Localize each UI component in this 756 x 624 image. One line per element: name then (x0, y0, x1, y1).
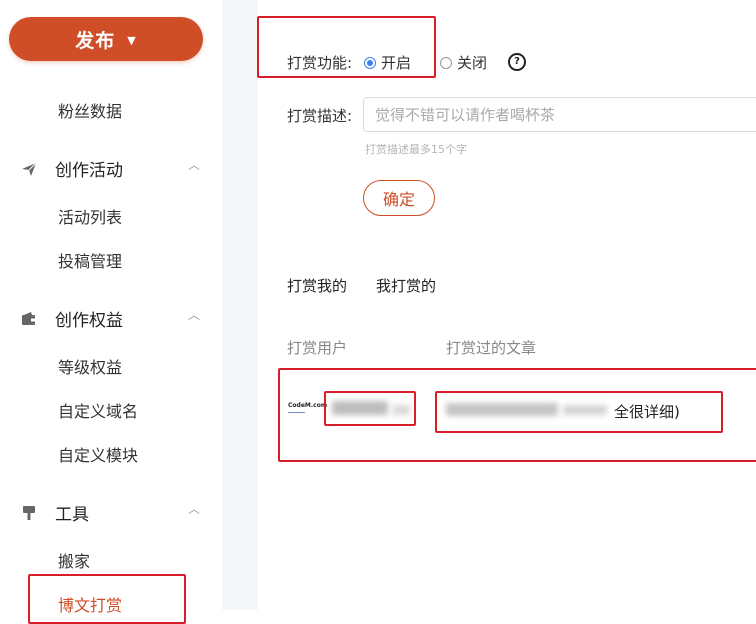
radio-off-label: 关闭 (457, 54, 488, 72)
group-title: 创作权益 (55, 311, 123, 331)
chevron-up-icon[interactable]: ︿ (188, 156, 200, 173)
help-icon[interactable]: ? (508, 53, 526, 71)
article-title-tail[interactable]: 全很详细) (614, 401, 680, 422)
blurred-username (332, 401, 388, 415)
sidebar-item-custom-module[interactable]: 自定义模块 (58, 442, 138, 466)
content-gutter (222, 0, 258, 610)
publish-button[interactable]: 发布 ▼ (9, 17, 203, 61)
chevron-up-icon[interactable]: ︿ (188, 500, 200, 517)
reward-desc-label: 打赏描述: (287, 107, 353, 125)
radio-selected-icon (364, 56, 376, 69)
sidebar-group-creative-rights[interactable]: 创作权益 (20, 306, 123, 331)
reward-desc-hint: 打赏描述最多15个字 (365, 143, 467, 156)
sidebar-item-activity-list[interactable]: 活动列表 (58, 204, 122, 228)
tab-i-rewarded[interactable]: 我打赏的 (376, 275, 436, 296)
blurred-username-tail (392, 405, 410, 415)
sidebar-item-custom-domain[interactable]: 自定义域名 (58, 398, 138, 422)
paper-plane-icon (20, 160, 38, 178)
brush-icon (20, 504, 38, 522)
tab-rewarded-me[interactable]: 打赏我的 (287, 275, 347, 296)
chevron-up-icon[interactable]: ︿ (188, 306, 200, 323)
reward-desc-input[interactable] (363, 97, 756, 132)
group-title: 工具 (55, 505, 89, 525)
avatar: CodeM.com ━━━━━━━ (288, 402, 328, 415)
blurred-article-title (446, 403, 558, 416)
sidebar: 发布 ▼ 粉丝数据 创作活动 ︿ 活动列表 投稿管理 创作权益 ︿ 等级权益 自… (0, 0, 222, 624)
caret-down-icon: ▼ (127, 33, 137, 47)
radio-on-label: 开启 (381, 54, 412, 72)
sidebar-item-fans-data[interactable]: 粉丝数据 (58, 98, 122, 122)
confirm-button[interactable]: 确定 (363, 180, 435, 216)
blurred-article-title-2 (563, 405, 607, 415)
radio-on[interactable]: 开启 (364, 52, 411, 73)
reward-function-label: 打赏功能: (287, 54, 353, 72)
publish-label: 发布 (75, 29, 116, 52)
sidebar-group-creative-activity[interactable]: 创作活动 (20, 156, 123, 181)
sidebar-item-migrate[interactable]: 搬家 (58, 548, 90, 572)
sidebar-item-level-rights[interactable]: 等级权益 (58, 354, 122, 378)
column-header-user: 打赏用户 (287, 339, 348, 357)
sidebar-group-tools[interactable]: 工具 (20, 500, 89, 525)
column-header-article: 打赏过的文章 (446, 339, 537, 357)
annotation-box-sidebar (28, 574, 186, 624)
group-title: 创作活动 (55, 161, 123, 181)
wallet-icon (20, 310, 38, 328)
radio-unselected-icon (440, 56, 452, 69)
main-panel (258, 0, 756, 610)
radio-off[interactable]: 关闭 (440, 52, 487, 73)
sidebar-item-submission-manage[interactable]: 投稿管理 (58, 248, 122, 272)
